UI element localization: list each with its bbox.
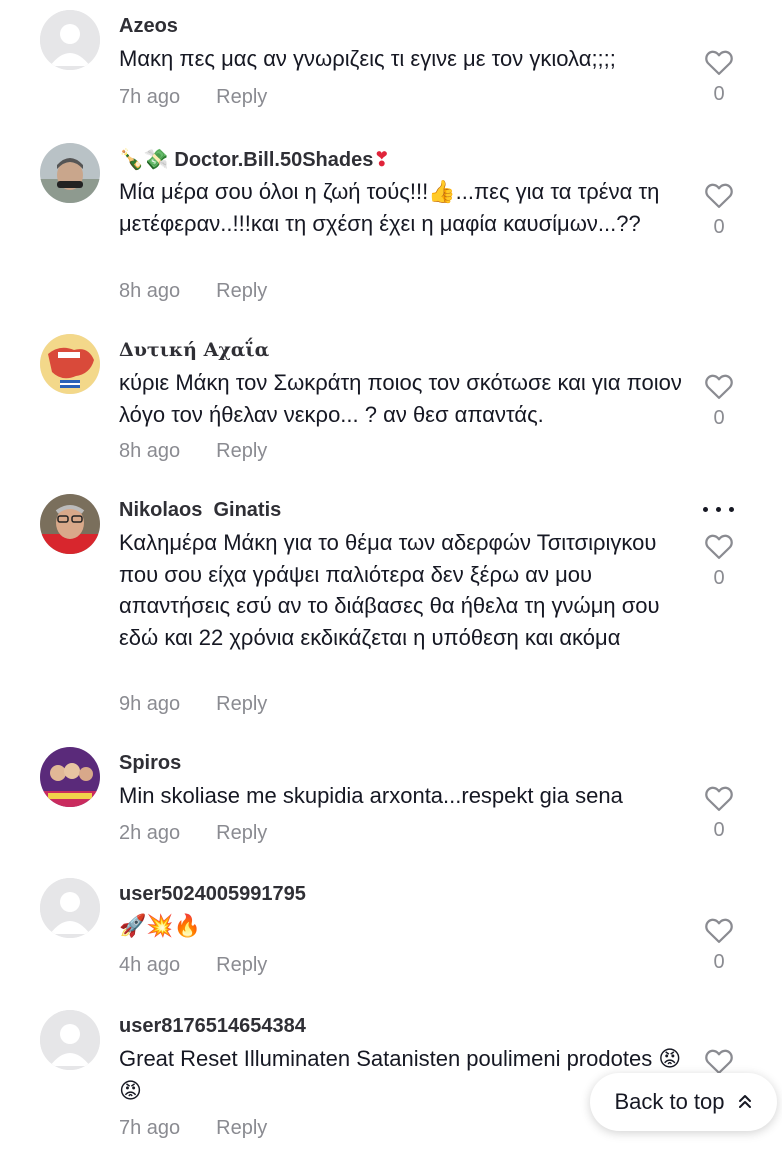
like-count: 0 <box>713 951 725 973</box>
username-text: Doctor.Bill.50Shades <box>174 149 374 171</box>
reply-button[interactable]: Reply <box>216 821 267 845</box>
comment-time: 2h ago <box>119 822 181 844</box>
comment-username[interactable]: user8176514654384 <box>119 1014 306 1038</box>
default-avatar-icon[interactable] <box>40 10 100 70</box>
comment-time: 8h ago <box>119 280 181 302</box>
reply-button[interactable]: Reply <box>216 279 267 303</box>
back-to-top-button[interactable]: Back to top <box>590 1073 777 1131</box>
default-avatar-icon[interactable] <box>40 878 100 938</box>
like-count: 0 <box>713 819 725 841</box>
comment-time: 7h ago <box>119 86 181 108</box>
more-options-icon[interactable] <box>703 504 735 514</box>
username-emoji: ❣ <box>373 147 391 171</box>
reply-button[interactable]: Reply <box>216 692 267 716</box>
heart-icon[interactable] <box>704 1047 734 1075</box>
reply-button[interactable]: Reply <box>216 439 267 463</box>
heart-icon[interactable] <box>704 784 734 812</box>
like-count: 0 <box>713 83 725 105</box>
comment-text: 🚀💥🔥 <box>119 914 202 939</box>
comment-text: Μία μέρα σου όλοι η ζωή τούς!!!👍...πες γ… <box>119 179 660 236</box>
comment-meta: 8h ago Reply <box>119 439 267 463</box>
comment-username[interactable]: 🍾💸 Doctor.Bill.50Shades❣ <box>119 147 390 172</box>
like-count: 0 <box>713 216 725 238</box>
comment-username[interactable]: user5024005991795 <box>119 882 306 906</box>
reply-button[interactable]: Reply <box>216 85 267 109</box>
comment-meta: 7h ago Reply <box>119 85 267 109</box>
comment-meta: 7h ago Reply <box>119 1116 267 1140</box>
like-control: 0 <box>704 916 734 974</box>
like-control: 0 <box>704 372 734 430</box>
like-count: 0 <box>713 407 725 429</box>
comment-text: κύριε Μάκη τον Σωκράτη ποιος τον σκότωσε… <box>119 370 682 427</box>
comment-username[interactable]: Δυτική Αχαΐα <box>119 338 269 362</box>
like-count: 0 <box>713 567 725 589</box>
avatar[interactable] <box>40 334 100 394</box>
comment-meta: 8h ago Reply <box>119 279 267 303</box>
comment-text: Μακη πες μας αν γνωριζεις τι εγινε με το… <box>119 46 616 71</box>
comment-meta: 9h ago Reply <box>119 692 267 716</box>
heart-icon[interactable] <box>704 916 734 944</box>
avatar[interactable] <box>40 494 100 554</box>
comment-text: Καλημέρα Μάκη για το θέμα των αδερφών Τσ… <box>119 530 660 650</box>
heart-icon[interactable] <box>704 181 734 209</box>
avatar[interactable] <box>40 747 100 807</box>
reply-button[interactable]: Reply <box>216 1116 267 1140</box>
like-control: 0 <box>704 181 734 239</box>
heart-icon[interactable] <box>704 372 734 400</box>
comment-time: 9h ago <box>119 693 181 715</box>
double-chevron-up-icon <box>738 1095 751 1108</box>
comment-username[interactable]: Spiros <box>119 751 181 775</box>
comment-meta: 2h ago Reply <box>119 821 267 845</box>
avatar[interactable] <box>40 143 100 203</box>
heart-icon[interactable] <box>704 532 734 560</box>
comment-meta: 4h ago Reply <box>119 953 267 977</box>
back-to-top-label: Back to top <box>614 1089 725 1114</box>
comment-time: 7h ago <box>119 1117 181 1139</box>
like-control: 0 <box>704 784 734 842</box>
comment-time: 8h ago <box>119 440 181 462</box>
like-control: 0 <box>704 532 734 590</box>
reply-button[interactable]: Reply <box>216 953 267 977</box>
like-control <box>704 1047 734 1075</box>
default-avatar-icon[interactable] <box>40 1010 100 1070</box>
username-emoji: 🍾💸 <box>119 147 169 171</box>
comment-time: 4h ago <box>119 954 181 976</box>
comment-text: Min skoliase me skupidia arxonta...respe… <box>119 783 623 808</box>
comment-username[interactable]: Nikolaos Ginatis <box>119 498 281 522</box>
comment-username[interactable]: Azeos <box>119 14 178 38</box>
like-control: 0 <box>704 48 734 106</box>
heart-icon[interactable] <box>704 48 734 76</box>
